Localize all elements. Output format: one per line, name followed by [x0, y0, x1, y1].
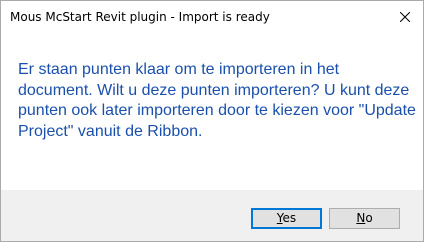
button-bar: Yes No: [1, 190, 423, 241]
message-area: Er staan punten klaar om te importeren i…: [1, 33, 423, 190]
yes-button[interactable]: Yes: [251, 208, 322, 229]
no-button[interactable]: No: [329, 208, 400, 229]
close-button[interactable]: [387, 1, 423, 33]
title-bar[interactable]: Mous McStart Revit plugin - Import is re…: [1, 1, 423, 33]
no-button-label-rest: o: [365, 211, 373, 225]
yes-button-label-rest: es: [282, 211, 297, 225]
dialog-message: Er staan punten klaar om te importeren i…: [18, 61, 416, 140]
message-dialog: Mous McStart Revit plugin - Import is re…: [0, 0, 424, 242]
close-icon: [400, 12, 410, 22]
dialog-title: Mous McStart Revit plugin - Import is re…: [10, 10, 270, 24]
no-button-mnemonic: N: [356, 211, 366, 225]
